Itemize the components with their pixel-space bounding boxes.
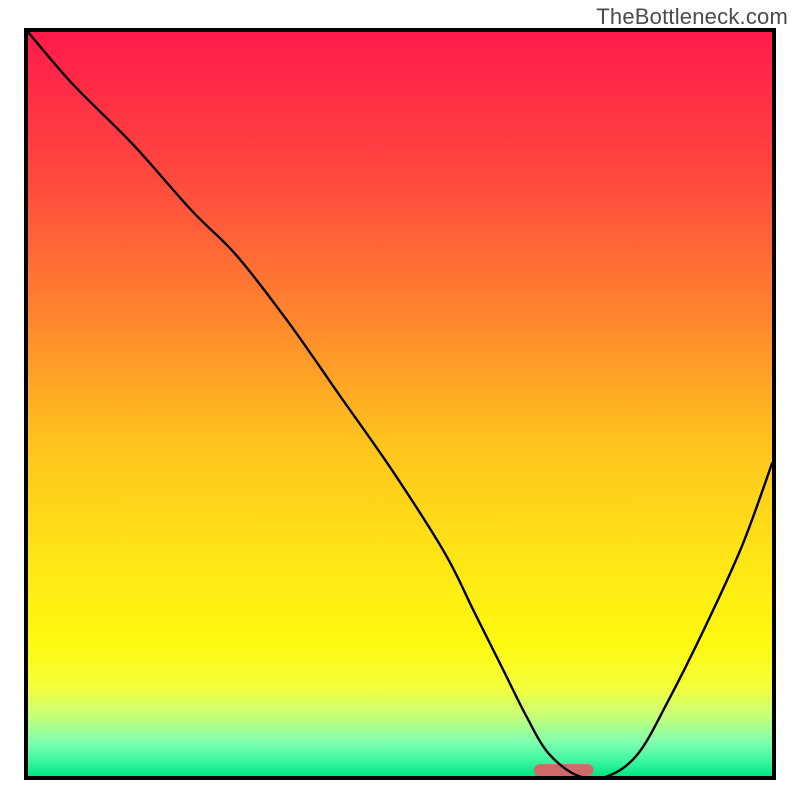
optimal-range-marker bbox=[534, 764, 594, 776]
marker-layer bbox=[534, 764, 594, 776]
watermark-text: TheBottleneck.com bbox=[596, 4, 788, 30]
plot-frame bbox=[24, 28, 776, 780]
plot-background bbox=[28, 32, 772, 776]
chart-container: TheBottleneck.com bbox=[0, 0, 800, 800]
plot-surface bbox=[28, 32, 772, 776]
